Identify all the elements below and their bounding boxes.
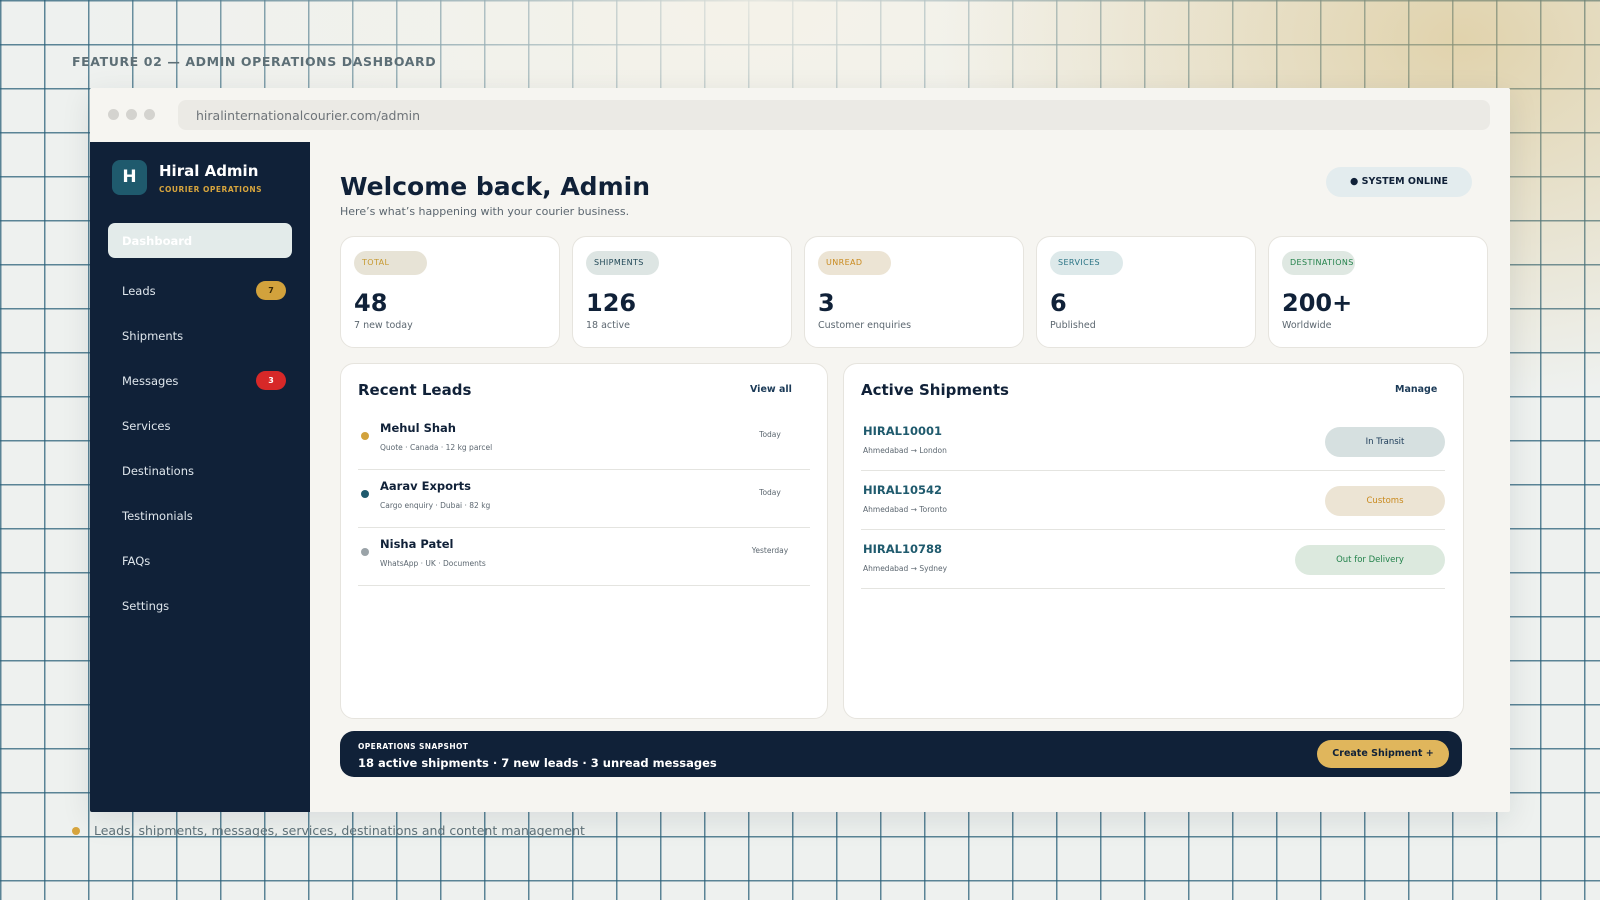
- bullet-icon: [72, 826, 80, 835]
- panel-title: Active Shipments: [861, 381, 1009, 399]
- lead-row[interactable]: Aarav Exports Cargo enquiry · Dubai · 82…: [358, 470, 810, 528]
- stat-note: 18 active: [586, 320, 630, 331]
- sidebar-nav: Dashboard Leads 7 Shipments Messages 3 S…: [90, 223, 310, 628]
- browser-window: hiralinternationalcourier.com/admin H Hi…: [90, 88, 1510, 812]
- sidebar-item-shipments[interactable]: Shipments: [108, 313, 292, 358]
- snapshot-summary: 18 active shipments · 7 new leads · 3 un…: [358, 756, 717, 770]
- shipment-status-badge: Out for Delivery: [1295, 545, 1445, 575]
- maximize-dot[interactable]: [144, 109, 155, 120]
- sidebar-item-dashboard[interactable]: Dashboard: [108, 223, 292, 258]
- stat-card-destinations[interactable]: DESTINATIONS 200+ Worldwide: [1268, 236, 1488, 348]
- stat-note: 7 new today: [354, 320, 413, 331]
- shipment-status-badge: In Transit: [1325, 427, 1445, 457]
- snapshot-label: OPERATIONS SNAPSHOT: [358, 742, 469, 751]
- brand-logo: H: [112, 160, 147, 195]
- shipment-id: HIRAL10542: [863, 483, 942, 497]
- lead-row[interactable]: Nisha Patel WhatsApp · UK · Documents Ye…: [358, 528, 810, 586]
- sidebar-item-label: Settings: [122, 598, 170, 613]
- stat-note: Worldwide: [1282, 320, 1332, 331]
- stat-value: 126: [586, 289, 637, 317]
- stat-card-unread[interactable]: UNREAD 3 Customer enquiries: [804, 236, 1024, 348]
- lead-time: Today: [759, 430, 781, 439]
- create-shipment-button[interactable]: Create Shipment +: [1317, 740, 1449, 768]
- leads-count-badge: 7: [256, 281, 286, 300]
- browser-toolbar: hiralinternationalcourier.com/admin: [90, 88, 1510, 142]
- brand-subtitle: COURIER OPERATIONS: [159, 184, 262, 194]
- sidebar-item-services[interactable]: Services: [108, 403, 292, 448]
- shipment-row[interactable]: HIRAL10542 Ahmedabad → Toronto Customs: [861, 471, 1445, 530]
- stat-value: 48: [354, 289, 388, 317]
- sidebar-item-label: Leads: [122, 283, 156, 298]
- footer-caption: Leads, shipments, messages, services, de…: [72, 823, 585, 838]
- stat-tag: TOTAL: [354, 251, 427, 275]
- sidebar-item-label: Destinations: [122, 463, 194, 478]
- stat-tag: UNREAD: [818, 251, 891, 275]
- sidebar: H Hiral Admin COURIER OPERATIONS Dashboa…: [90, 142, 310, 812]
- brand[interactable]: H Hiral Admin COURIER OPERATIONS: [112, 160, 262, 195]
- messages-count-badge: 3: [256, 371, 286, 390]
- stat-card-services[interactable]: SERVICES 6 Published: [1036, 236, 1256, 348]
- shipment-row[interactable]: HIRAL10001 Ahmedabad → London In Transit: [861, 412, 1445, 471]
- shipment-status-badge: Customs: [1325, 486, 1445, 516]
- address-bar[interactable]: hiralinternationalcourier.com/admin: [178, 100, 1490, 130]
- lead-name: Nisha Patel: [380, 537, 454, 551]
- stat-tag: SHIPMENTS: [586, 251, 659, 275]
- sidebar-item-label: Shipments: [122, 328, 184, 343]
- lead-meta: Cargo enquiry · Dubai · 82 kg: [380, 501, 491, 510]
- manage-shipments-link[interactable]: Manage: [1395, 384, 1437, 395]
- system-status-badge: ● SYSTEM ONLINE: [1326, 167, 1472, 197]
- stat-value: 3: [818, 289, 835, 317]
- sidebar-item-settings[interactable]: Settings: [108, 583, 292, 628]
- lead-row[interactable]: Mehul Shah Quote · Canada · 12 kg parcel…: [358, 412, 810, 470]
- active-shipments-panel: Active Shipments Manage HIRAL10001 Ahmed…: [843, 363, 1464, 719]
- stat-card-total-leads[interactable]: TOTAL 48 7 new today: [340, 236, 560, 348]
- lead-status-dot: [361, 548, 369, 556]
- sidebar-item-label: FAQs: [122, 553, 151, 568]
- stat-tag: SERVICES: [1050, 251, 1123, 275]
- stat-tag: DESTINATIONS: [1282, 251, 1355, 275]
- lead-meta: Quote · Canada · 12 kg parcel: [380, 443, 493, 452]
- sidebar-item-label: Dashboard: [122, 233, 193, 248]
- lead-time: Yesterday: [751, 546, 789, 555]
- stats-row: TOTAL 48 7 new today SHIPMENTS 126 18 ac…: [340, 236, 1488, 348]
- shipment-route: Ahmedabad → London: [863, 446, 947, 455]
- stat-value: 6: [1050, 289, 1067, 317]
- lead-status-dot: [361, 432, 369, 440]
- shipment-id: HIRAL10001: [863, 424, 942, 438]
- sidebar-item-destinations[interactable]: Destinations: [108, 448, 292, 493]
- footer-text: Leads, shipments, messages, services, de…: [94, 823, 585, 838]
- sidebar-item-faqs[interactable]: FAQs: [108, 538, 292, 583]
- lead-status-dot: [361, 490, 369, 498]
- lead-name: Aarav Exports: [380, 479, 472, 493]
- stat-note: Published: [1050, 320, 1096, 331]
- window-controls: [108, 109, 155, 120]
- view-all-leads-link[interactable]: View all: [750, 384, 792, 395]
- brand-name: Hiral Admin: [159, 161, 259, 180]
- stat-note: Customer enquiries: [818, 320, 912, 331]
- operations-snapshot-bar: OPERATIONS SNAPSHOT 18 active shipments …: [340, 731, 1462, 777]
- shipment-row[interactable]: HIRAL10788 Ahmedabad → Sydney Out for De…: [861, 530, 1445, 589]
- main-content: Welcome back, Admin Here’s what’s happen…: [310, 142, 1510, 812]
- close-dot[interactable]: [108, 109, 119, 120]
- panel-title: Recent Leads: [358, 381, 472, 399]
- lead-name: Mehul Shah: [380, 421, 456, 435]
- shipment-id: HIRAL10788: [863, 542, 942, 556]
- sidebar-item-label: Messages: [122, 373, 179, 388]
- shipment-route: Ahmedabad → Sydney: [863, 564, 948, 573]
- feature-label: FEATURE 02 — ADMIN OPERATIONS DASHBOARD: [72, 54, 437, 69]
- sidebar-item-leads[interactable]: Leads 7: [108, 268, 292, 313]
- page-title: Welcome back, Admin: [340, 172, 650, 201]
- page-subtitle: Here’s what’s happening with your courie…: [340, 205, 630, 218]
- sidebar-item-testimonials[interactable]: Testimonials: [108, 493, 292, 538]
- sidebar-item-label: Testimonials: [122, 508, 193, 523]
- lead-time: Today: [759, 488, 781, 497]
- recent-leads-panel: Recent Leads View all Mehul Shah Quote ·…: [340, 363, 828, 719]
- sidebar-item-label: Services: [122, 418, 171, 433]
- minimize-dot[interactable]: [126, 109, 137, 120]
- stat-value: 200+: [1282, 289, 1353, 317]
- sidebar-item-messages[interactable]: Messages 3: [108, 358, 292, 403]
- lead-meta: WhatsApp · UK · Documents: [380, 559, 486, 568]
- stat-card-shipments[interactable]: SHIPMENTS 126 18 active: [572, 236, 792, 348]
- shipment-route: Ahmedabad → Toronto: [863, 505, 948, 514]
